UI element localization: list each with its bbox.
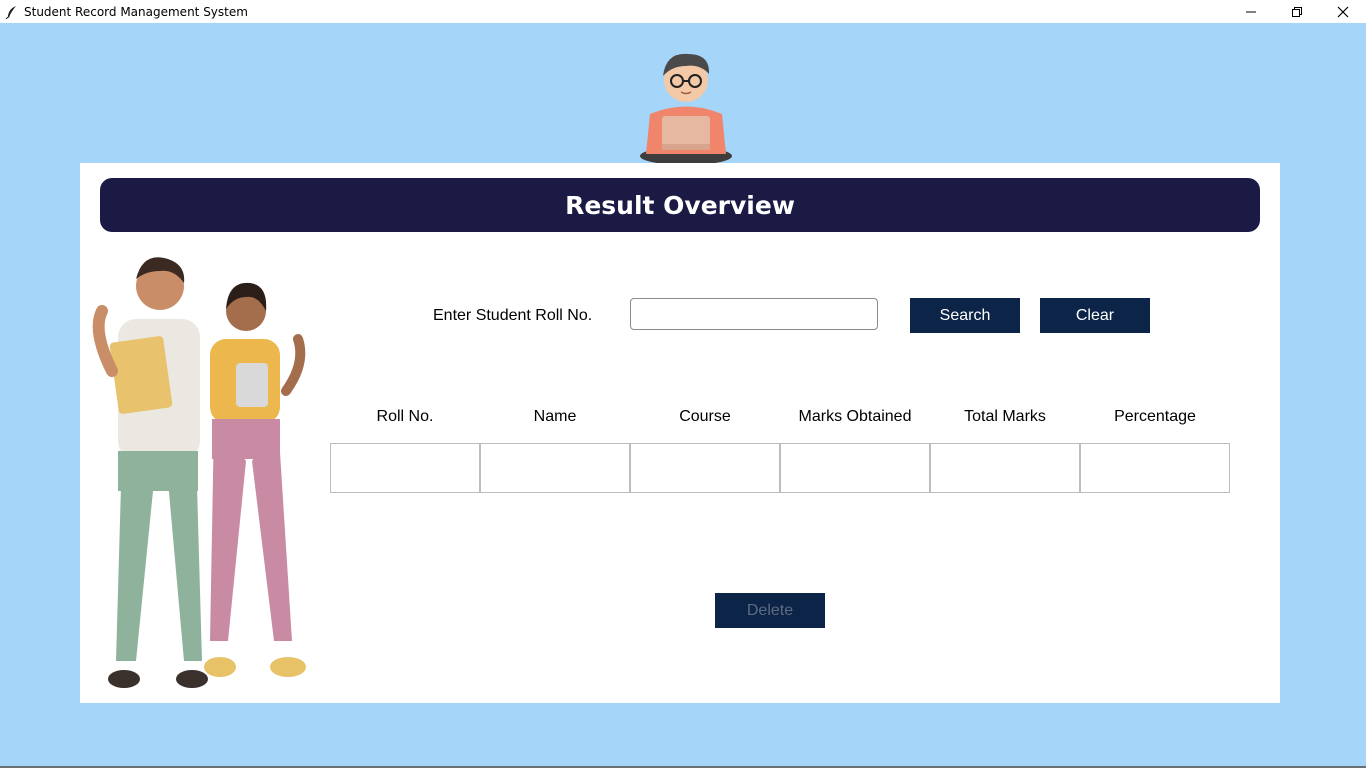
column-header-course: Course bbox=[679, 408, 731, 425]
student-laptop-illustration bbox=[640, 53, 732, 164]
column-header-roll-no: Roll No. bbox=[376, 408, 434, 425]
header-bar: Result Overview bbox=[100, 178, 1260, 232]
close-icon bbox=[1337, 6, 1349, 17]
roll-number-label: Enter Student Roll No. bbox=[433, 307, 593, 324]
minimize-icon bbox=[1246, 11, 1256, 12]
close-button[interactable] bbox=[1320, 0, 1366, 23]
cell-percentage[interactable] bbox=[1080, 443, 1230, 493]
window-titlebar: Student Record Management System bbox=[0, 0, 1366, 23]
students-illustration bbox=[92, 257, 306, 688]
main-card: Result Overview Enter Student Roll No. S… bbox=[80, 163, 1280, 703]
cell-course[interactable] bbox=[630, 443, 780, 493]
column-header-name: Name bbox=[533, 408, 577, 425]
restore-button[interactable] bbox=[1274, 0, 1320, 23]
column-header-total-marks: Total Marks bbox=[964, 408, 1046, 425]
column-header-percentage: Percentage bbox=[1114, 408, 1196, 425]
cell-name[interactable] bbox=[480, 443, 630, 493]
clear-button[interactable]: Clear bbox=[1040, 298, 1150, 333]
cell-total-marks[interactable] bbox=[930, 443, 1080, 493]
feather-icon bbox=[5, 5, 16, 19]
minimize-button[interactable] bbox=[1228, 0, 1274, 23]
delete-button[interactable]: Delete bbox=[715, 593, 825, 628]
roll-number-input[interactable] bbox=[630, 298, 878, 330]
cell-marks-obtained[interactable] bbox=[780, 443, 930, 493]
page-title: Result Overview bbox=[565, 190, 795, 220]
cell-roll-no[interactable] bbox=[330, 443, 480, 493]
window-title: Student Record Management System bbox=[24, 4, 248, 19]
search-button[interactable]: Search bbox=[910, 298, 1020, 333]
restore-icon bbox=[1292, 6, 1302, 17]
column-header-marks-obtained: Marks Obtained bbox=[798, 408, 912, 425]
